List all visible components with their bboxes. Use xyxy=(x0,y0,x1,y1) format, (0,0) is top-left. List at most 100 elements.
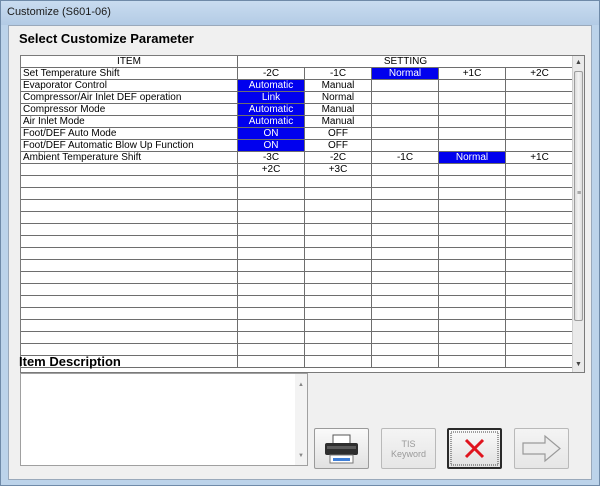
setting-cell[interactable]: Automatic xyxy=(238,80,305,92)
item-cell[interactable] xyxy=(21,332,238,344)
setting-cell[interactable] xyxy=(305,236,372,248)
setting-cell[interactable] xyxy=(305,356,372,368)
setting-cell[interactable] xyxy=(439,128,506,140)
setting-cell[interactable] xyxy=(439,248,506,260)
scroll-up-icon[interactable]: ▲ xyxy=(573,56,584,70)
item-cell[interactable]: Air Inlet Mode xyxy=(21,116,238,128)
setting-cell[interactable]: +2C xyxy=(506,68,574,80)
description-scrollbar[interactable]: ▲ ▼ xyxy=(295,374,307,465)
setting-cell[interactable] xyxy=(439,104,506,116)
item-cell[interactable]: Ambient Temperature Shift xyxy=(21,152,238,164)
item-cell[interactable]: Evaporator Control xyxy=(21,80,238,92)
setting-cell[interactable] xyxy=(439,164,506,176)
item-cell[interactable] xyxy=(21,200,238,212)
setting-cell[interactable]: Automatic xyxy=(238,116,305,128)
setting-cell[interactable]: Link xyxy=(238,92,305,104)
setting-cell[interactable]: Automatic xyxy=(238,104,305,116)
setting-cell[interactable] xyxy=(439,272,506,284)
setting-cell[interactable] xyxy=(372,176,439,188)
item-cell[interactable] xyxy=(21,320,238,332)
setting-cell[interactable] xyxy=(372,212,439,224)
setting-cell[interactable] xyxy=(439,332,506,344)
item-cell[interactable] xyxy=(21,236,238,248)
tis-keyword-button[interactable]: TIS Keyword xyxy=(381,428,436,469)
setting-cell[interactable] xyxy=(238,260,305,272)
item-cell[interactable] xyxy=(21,224,238,236)
setting-cell[interactable] xyxy=(372,92,439,104)
setting-cell[interactable] xyxy=(439,200,506,212)
setting-cell[interactable]: ON xyxy=(238,128,305,140)
setting-cell[interactable] xyxy=(238,320,305,332)
item-cell[interactable] xyxy=(21,176,238,188)
setting-cell[interactable] xyxy=(506,236,574,248)
setting-cell[interactable]: -3C xyxy=(238,152,305,164)
item-cell[interactable] xyxy=(21,248,238,260)
setting-cell[interactable] xyxy=(305,272,372,284)
setting-cell[interactable] xyxy=(506,356,574,368)
desc-scroll-down-icon[interactable]: ▼ xyxy=(295,453,307,459)
setting-cell[interactable] xyxy=(305,200,372,212)
print-button[interactable] xyxy=(314,428,369,469)
setting-cell[interactable] xyxy=(372,344,439,356)
setting-cell[interactable] xyxy=(372,248,439,260)
setting-cell[interactable] xyxy=(372,284,439,296)
setting-cell[interactable] xyxy=(372,128,439,140)
setting-cell[interactable] xyxy=(506,224,574,236)
setting-cell[interactable] xyxy=(439,176,506,188)
setting-cell[interactable] xyxy=(238,272,305,284)
setting-cell[interactable]: Manual xyxy=(305,80,372,92)
setting-cell[interactable] xyxy=(305,224,372,236)
setting-cell[interactable]: OFF xyxy=(305,128,372,140)
item-cell[interactable] xyxy=(21,308,238,320)
setting-cell[interactable] xyxy=(305,260,372,272)
setting-cell[interactable] xyxy=(305,284,372,296)
desc-scroll-up-icon[interactable]: ▲ xyxy=(295,382,307,388)
setting-cell[interactable]: Normal xyxy=(439,152,506,164)
setting-cell[interactable]: -1C xyxy=(372,152,439,164)
setting-cell[interactable] xyxy=(506,344,574,356)
setting-cell[interactable] xyxy=(305,212,372,224)
setting-cell[interactable] xyxy=(372,272,439,284)
setting-cell[interactable] xyxy=(305,308,372,320)
setting-cell[interactable] xyxy=(372,224,439,236)
setting-cell[interactable]: Normal xyxy=(372,68,439,80)
setting-cell[interactable] xyxy=(372,356,439,368)
setting-cell[interactable] xyxy=(506,296,574,308)
setting-cell[interactable]: Normal xyxy=(305,92,372,104)
setting-cell[interactable] xyxy=(372,104,439,116)
setting-cell[interactable] xyxy=(439,116,506,128)
item-cell[interactable] xyxy=(21,188,238,200)
setting-cell[interactable]: Manual xyxy=(305,104,372,116)
setting-cell[interactable] xyxy=(506,80,574,92)
item-cell[interactable] xyxy=(21,284,238,296)
setting-cell[interactable] xyxy=(305,296,372,308)
setting-cell[interactable] xyxy=(238,344,305,356)
setting-cell[interactable] xyxy=(439,356,506,368)
setting-cell[interactable] xyxy=(439,188,506,200)
setting-cell[interactable] xyxy=(372,332,439,344)
setting-cell[interactable] xyxy=(305,188,372,200)
setting-cell[interactable] xyxy=(372,116,439,128)
setting-cell[interactable] xyxy=(238,200,305,212)
item-cell[interactable] xyxy=(21,260,238,272)
setting-cell[interactable] xyxy=(506,308,574,320)
setting-cell[interactable] xyxy=(238,308,305,320)
setting-cell[interactable] xyxy=(506,200,574,212)
setting-cell[interactable] xyxy=(506,212,574,224)
setting-cell[interactable] xyxy=(439,140,506,152)
setting-cell[interactable] xyxy=(372,80,439,92)
setting-cell[interactable] xyxy=(506,284,574,296)
item-description-box[interactable]: ▲ ▼ xyxy=(20,373,308,466)
setting-cell[interactable]: Manual xyxy=(305,116,372,128)
setting-cell[interactable] xyxy=(506,332,574,344)
table-vertical-scrollbar[interactable]: ▲ ≡ ▼ xyxy=(572,56,584,372)
setting-cell[interactable] xyxy=(372,320,439,332)
scroll-down-icon[interactable]: ▼ xyxy=(573,358,584,372)
item-cell[interactable] xyxy=(21,164,238,176)
item-cell[interactable]: Foot/DEF Auto Mode xyxy=(21,128,238,140)
setting-cell[interactable] xyxy=(439,236,506,248)
item-cell[interactable]: Foot/DEF Automatic Blow Up Function xyxy=(21,140,238,152)
setting-cell[interactable] xyxy=(238,236,305,248)
setting-cell[interactable]: +3C xyxy=(305,164,372,176)
setting-cell[interactable] xyxy=(372,260,439,272)
